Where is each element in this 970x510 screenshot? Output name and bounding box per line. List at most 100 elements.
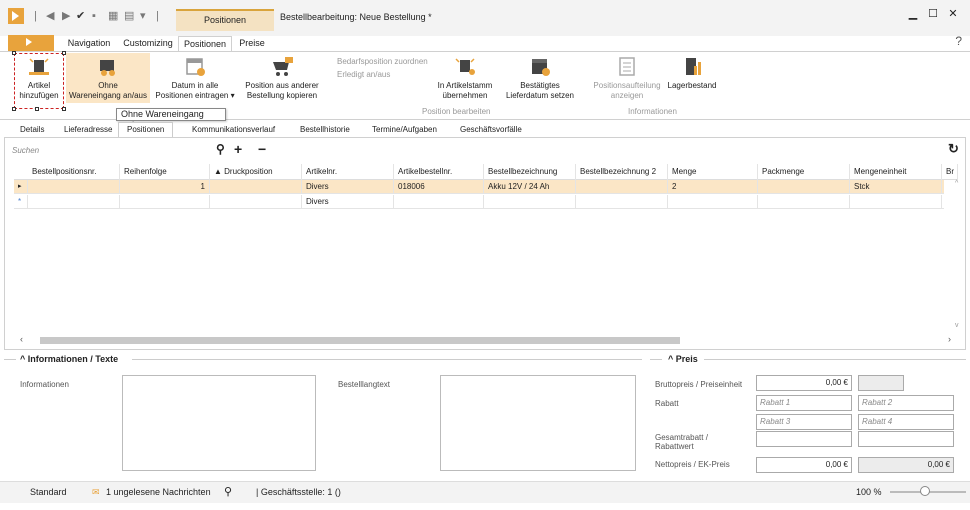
cell[interactable] xyxy=(28,180,120,194)
cell[interactable] xyxy=(120,195,210,209)
search-icon[interactable]: ⚲ xyxy=(224,485,232,498)
cell[interactable]: Akku 12V / 24 Ah xyxy=(484,180,576,194)
tab-navigation[interactable]: Navigation xyxy=(58,36,120,51)
preiseinheit-input[interactable] xyxy=(858,375,904,391)
nettopreis-input[interactable]: 0,00 € xyxy=(756,457,852,473)
col-artikelbestellnr[interactable]: Artikelbestellnr. xyxy=(394,164,484,180)
cell[interactable]: 1 xyxy=(120,180,210,194)
zoom-slider-handle[interactable] xyxy=(920,486,930,496)
col-menge[interactable]: Menge xyxy=(668,164,758,180)
datum-alle-positionen-button[interactable]: Datum in alle Positionen eintragen ▾ xyxy=(152,56,238,101)
tab-details[interactable]: Details xyxy=(20,123,44,136)
rabatt1-input[interactable]: Rabatt 1 xyxy=(756,395,852,411)
check-icon[interactable]: ✔ xyxy=(76,8,85,24)
tab-positionen[interactable]: Positionen xyxy=(178,36,232,52)
col-br[interactable]: Br xyxy=(942,164,958,180)
col-bestellbezeichnung-2[interactable]: Bestellbezeichnung 2 xyxy=(576,164,668,180)
group-label-position: Position bearbeiten xyxy=(422,107,491,116)
refresh-icon[interactable]: ↻ xyxy=(948,142,959,156)
back-icon[interactable]: ◀ xyxy=(46,8,54,24)
tab-bestellhistorie[interactable]: Bestellhistorie xyxy=(300,123,350,136)
cell[interactable]: Divers xyxy=(302,195,394,209)
scroll-down-icon[interactable]: v xyxy=(955,322,959,329)
cell[interactable] xyxy=(394,195,484,209)
forward-icon[interactable]: ▶ xyxy=(62,8,70,24)
divider xyxy=(650,359,662,360)
cell[interactable]: Divers xyxy=(302,180,394,194)
cell[interactable] xyxy=(210,195,302,209)
status-messages[interactable]: 1 ungelesene Nachrichten xyxy=(106,487,211,497)
position-kopieren-button[interactable]: Position aus anderer Bestellung kopieren xyxy=(238,56,326,101)
calendar-icon[interactable]: ▦ xyxy=(108,8,118,24)
rabatt3-input[interactable]: Rabatt 3 xyxy=(756,414,852,430)
cell[interactable] xyxy=(758,195,850,209)
tab-termine[interactable]: Termine/Aufgaben xyxy=(372,123,437,136)
ohne-wareneingang-button[interactable]: Ohne Wareneingang an/aus xyxy=(66,56,150,101)
bestelllangtext-label: Bestelllangtext xyxy=(338,380,391,389)
cell[interactable] xyxy=(758,180,850,194)
kopieren-label-1: Position aus anderer xyxy=(245,81,319,90)
divider xyxy=(4,359,16,360)
table-row[interactable]: ▸ 1 Divers 018006 Akku 12V / 24 Ah 2 Stc… xyxy=(14,180,944,194)
erledigt-button[interactable]: Erledigt an/aus xyxy=(337,70,390,80)
cell[interactable]: 2 xyxy=(668,180,758,194)
gesamtrabatt-input[interactable] xyxy=(756,431,852,447)
cell[interactable]: 018006 xyxy=(394,180,484,194)
tab-preise[interactable]: Preise xyxy=(234,36,270,51)
close-icon[interactable]: ✕ xyxy=(944,6,962,22)
dropdown-icon[interactable]: ▾ xyxy=(140,8,146,24)
tab-geschaeftsvorfaelle[interactable]: Geschäftsvorfälle xyxy=(460,123,522,136)
cell[interactable] xyxy=(210,180,302,194)
rabatt4-input[interactable]: Rabatt 4 xyxy=(858,414,954,430)
cell[interactable] xyxy=(668,195,758,209)
add-row-icon[interactable]: + xyxy=(234,142,242,156)
col-reihenfolge[interactable]: Reihenfolge xyxy=(120,164,210,180)
tooltip: Ohne Wareneingang an/aus xyxy=(116,108,226,130)
search-icon[interactable]: ⚲ xyxy=(216,142,225,156)
col-mengeneinheit[interactable]: Mengeneinheit xyxy=(850,164,942,180)
preis-section-heading[interactable]: ^ Preis xyxy=(668,354,698,364)
thumb-icon[interactable]: ▪ xyxy=(92,8,96,24)
rabattwert-input[interactable] xyxy=(858,431,954,447)
scroll-left-icon[interactable]: ‹ xyxy=(20,334,23,344)
table-row[interactable]: * Divers xyxy=(14,195,944,209)
file-menu-button[interactable] xyxy=(8,35,54,51)
tab-lieferadresse[interactable]: Lieferadresse xyxy=(64,123,112,136)
cell[interactable] xyxy=(28,195,120,209)
scroll-up-icon[interactable]: ^ xyxy=(955,180,958,187)
info-section-heading[interactable]: ^ Informationen / Texte xyxy=(20,354,118,364)
col-artikelnr[interactable]: Artikelnr. xyxy=(302,164,394,180)
lieferdatum-setzen-button[interactable]: Bestätigtes Lieferdatum setzen xyxy=(500,56,580,101)
col-packmenge[interactable]: Packmenge xyxy=(758,164,850,180)
scrollbar-thumb[interactable] xyxy=(40,337,680,344)
cell[interactable] xyxy=(576,195,668,209)
document-icon[interactable]: ▤ xyxy=(124,8,134,24)
group-label-info: Informationen xyxy=(628,107,677,116)
lagerbestand-label: Lagerbestand xyxy=(667,81,717,90)
scroll-right-icon[interactable]: › xyxy=(948,334,951,344)
bedarfsposition-button[interactable]: Bedarfsposition zuordnen xyxy=(337,57,428,67)
lagerbestand-button[interactable]: Lagerbestand xyxy=(664,56,720,91)
remove-row-icon[interactable]: − xyxy=(258,142,266,156)
tab-customizing[interactable]: Customizing xyxy=(120,36,176,51)
rabatt2-input[interactable]: Rabatt 2 xyxy=(858,395,954,411)
cell[interactable] xyxy=(484,195,576,209)
search-input[interactable]: Suchen xyxy=(12,146,39,155)
maximize-icon[interactable]: ☐ xyxy=(924,6,942,22)
positionsaufteilung-button[interactable]: Positionsaufteilung anzeigen xyxy=(590,56,664,101)
tab-positionen-page[interactable]: Positionen xyxy=(118,122,174,137)
artikelstamm-button[interactable]: In Artikelstamm übernehmen xyxy=(430,56,500,101)
bestelllangtext-textarea[interactable] xyxy=(440,375,636,471)
col-bestellbezeichnung[interactable]: Bestellbezeichnung xyxy=(484,164,576,180)
cell[interactable] xyxy=(850,195,942,209)
col-druckposition[interactable]: ▲ Druckposition xyxy=(210,164,302,180)
cell[interactable]: Stck xyxy=(850,180,942,194)
bruttopreis-input[interactable]: 0,00 € xyxy=(756,375,852,391)
informationen-textarea[interactable] xyxy=(122,375,316,471)
cell[interactable] xyxy=(576,180,668,194)
horizontal-scrollbar[interactable] xyxy=(30,336,950,345)
minimize-icon[interactable]: ▁ xyxy=(904,6,922,22)
help-icon[interactable]: ? xyxy=(955,34,962,48)
tab-kommunikationsverlauf[interactable]: Kommunikationsverlauf xyxy=(192,123,275,136)
col-bestellpositionsnr[interactable]: Bestellpositionsnr. xyxy=(28,164,120,180)
